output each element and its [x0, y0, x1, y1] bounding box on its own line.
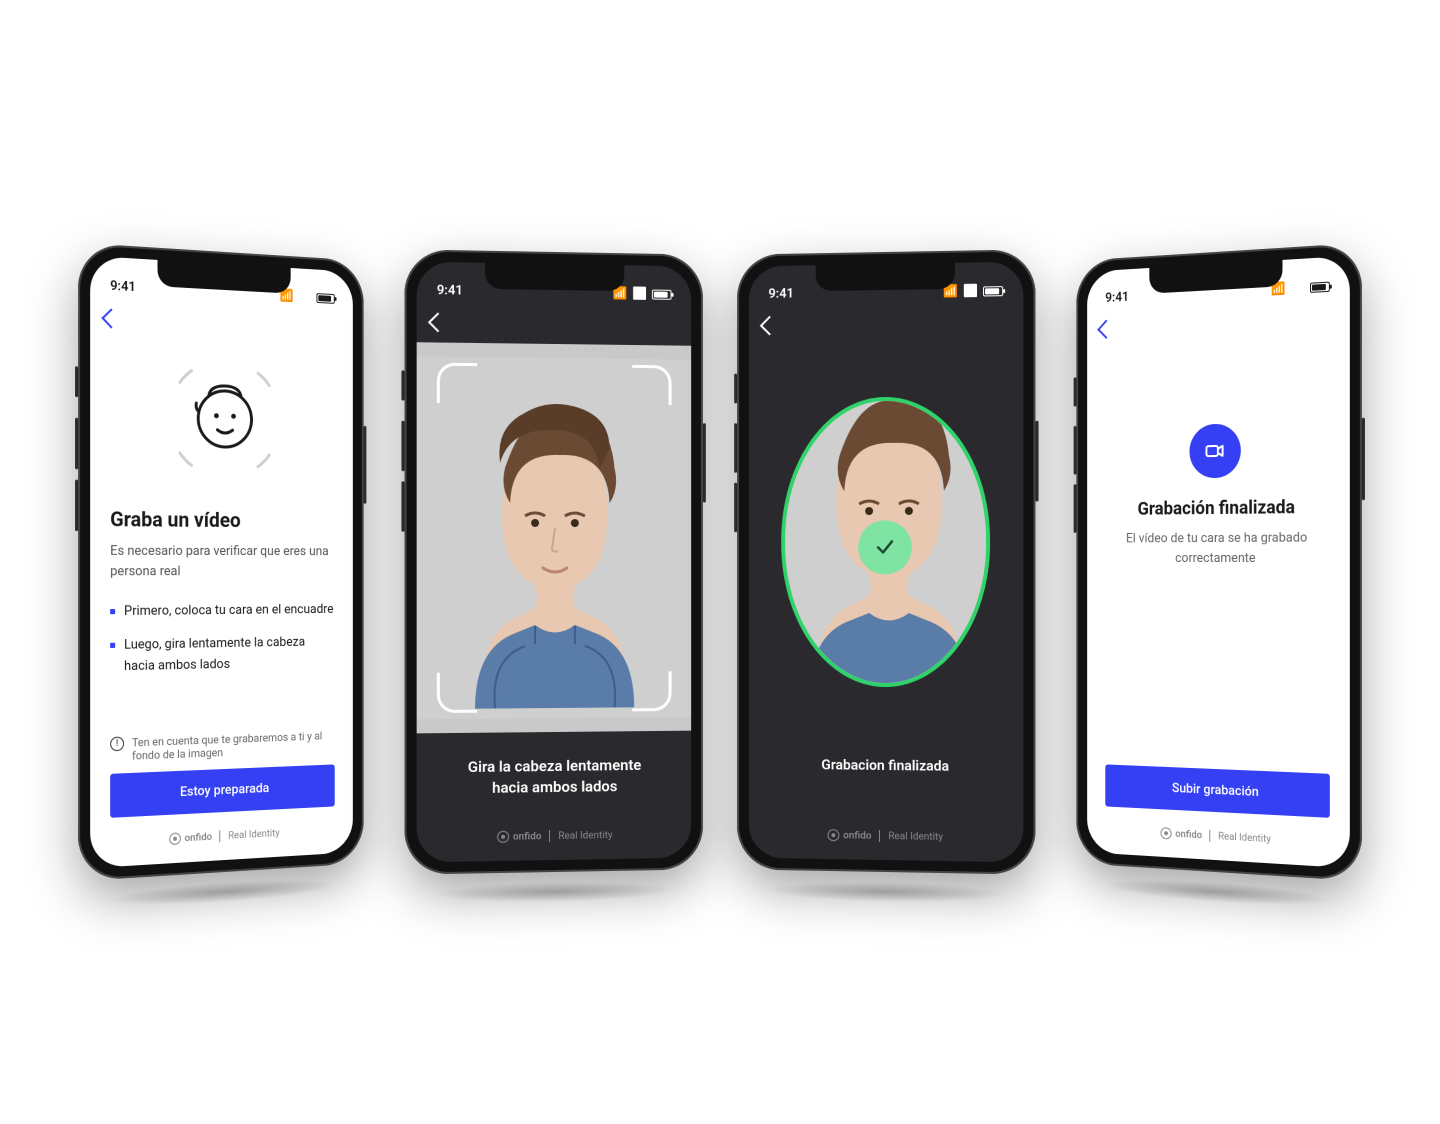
phone-mockup-upload: 9:41 Grabación finalizada El vídeo de tu…: [1076, 243, 1362, 881]
status-time: 9:41: [1105, 290, 1129, 306]
back-icon[interactable]: [428, 312, 448, 332]
wifi-icon: [963, 283, 978, 298]
signal-icon: [943, 284, 958, 299]
capture-frame: [437, 363, 672, 713]
brand-footer: onfido Real Identity: [110, 816, 335, 857]
screen-title: Grabación finalizada: [1137, 497, 1295, 520]
recording-status: Grabacion finalizada: [768, 739, 1003, 784]
onfido-logo-icon: [827, 829, 839, 841]
video-camera-icon: [1189, 423, 1240, 478]
brand-footer: onfido Real Identity: [768, 820, 1003, 852]
info-icon: !: [110, 737, 124, 752]
status-bar: 9:41: [749, 262, 1024, 306]
screen-subtitle: El vídeo de tu cara se ha grabado correc…: [1122, 528, 1312, 568]
list-item: Primero, coloca tu cara en el encuadre: [110, 600, 335, 623]
status-time: 9:41: [437, 283, 463, 299]
instruction-list: Primero, coloca tu cara en el encuadre L…: [110, 600, 335, 690]
wifi-icon: [632, 286, 647, 301]
face-outline-icon: [172, 362, 277, 479]
wifi-icon: [298, 289, 312, 305]
success-check-icon: [858, 520, 912, 574]
signal-icon: [1271, 281, 1286, 297]
signal-icon: [613, 286, 628, 301]
back-icon[interactable]: [760, 316, 779, 336]
screen-title: Graba un vídeo: [110, 507, 335, 533]
back-icon[interactable]: [1097, 320, 1115, 339]
battery-icon: [1310, 281, 1330, 292]
onfido-logo-icon: [497, 831, 509, 843]
battery-icon: [652, 289, 672, 299]
camera-viewport: [417, 342, 692, 733]
back-icon[interactable]: [101, 308, 121, 328]
brand-footer: onfido Real Identity: [437, 820, 672, 852]
screen-subtitle: Es necesario para verificar que eres una…: [110, 542, 335, 582]
onfido-logo-icon: [169, 832, 181, 845]
onfido-logo-icon: [1160, 827, 1171, 840]
signal-icon: [280, 288, 294, 304]
phone-mockup-complete: 9:41: [737, 249, 1035, 874]
ready-button[interactable]: Estoy preparada: [110, 764, 335, 817]
battery-icon: [983, 286, 1003, 296]
phone-mockup-capture: 9:41: [405, 249, 703, 874]
capture-instruction: Gira la cabeza lentamente hacia ambos la…: [437, 731, 672, 824]
battery-icon: [316, 293, 334, 304]
status-time: 9:41: [110, 279, 136, 296]
wifi-icon: [1290, 280, 1305, 296]
upload-button[interactable]: Subir grabación: [1105, 764, 1330, 817]
phone-mockup-intro: 9:41: [78, 243, 364, 881]
brand-footer: onfido Real Identity: [1105, 816, 1330, 857]
list-item: Luego, gira lentamente la cabeza hacia a…: [110, 632, 335, 678]
status-time: 9:41: [768, 286, 793, 301]
status-bar: 9:41: [417, 262, 692, 306]
